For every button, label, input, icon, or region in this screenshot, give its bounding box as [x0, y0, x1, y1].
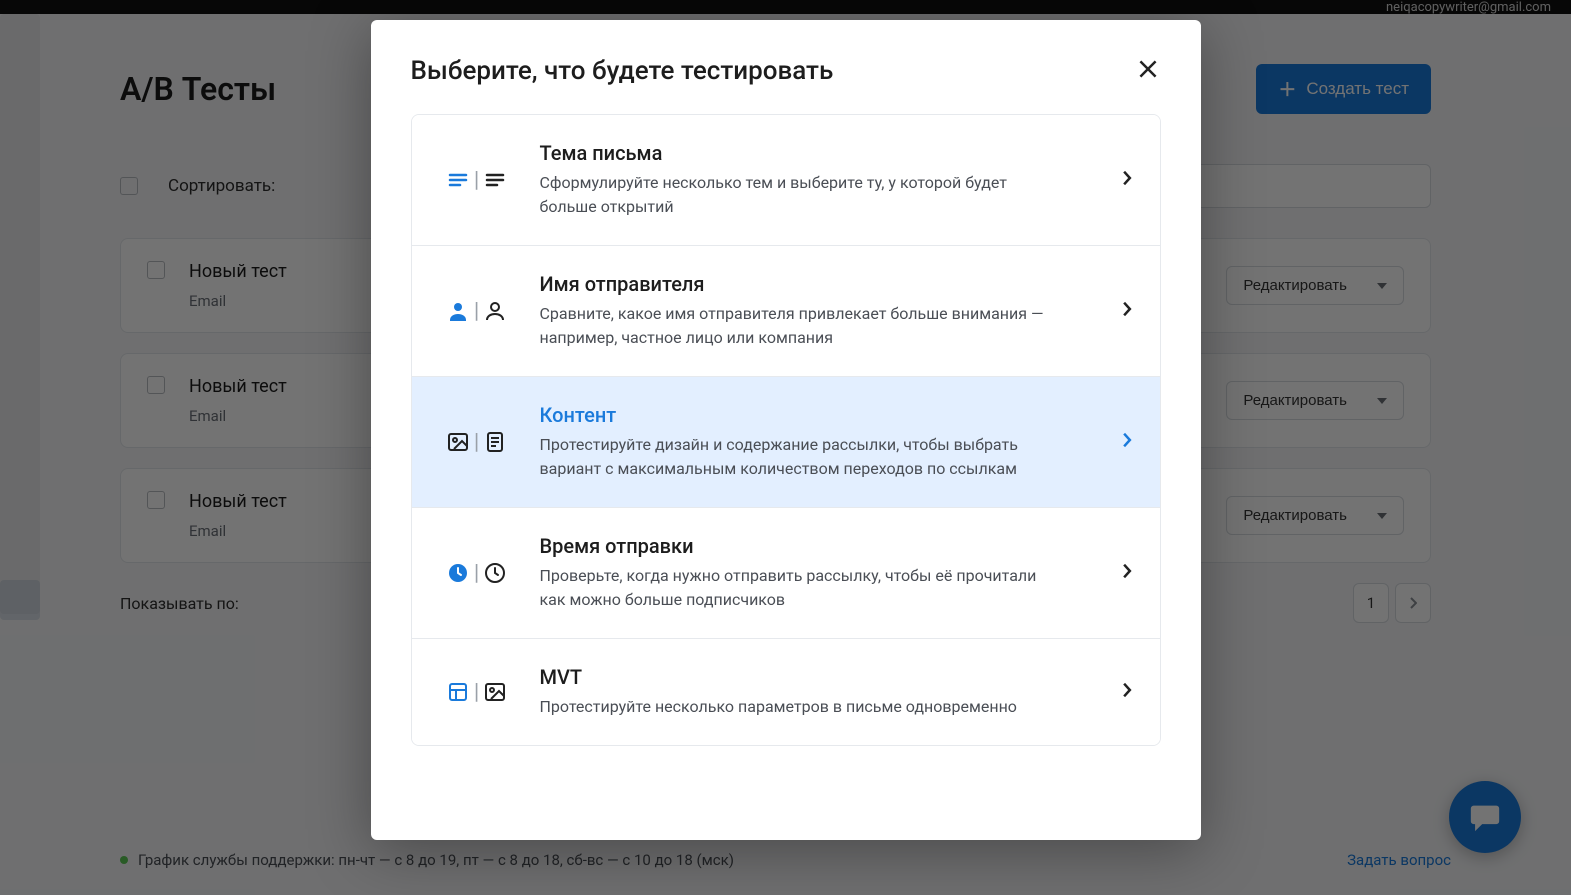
text-lines-icon	[483, 168, 507, 192]
modal-title: Выберите, что будете тестировать	[411, 56, 834, 86]
option-icon-group: |	[440, 168, 514, 193]
chevron-right-icon	[1122, 563, 1132, 583]
layout-blue-icon	[446, 680, 470, 704]
option-title: Контент	[540, 403, 1096, 427]
option-mvt[interactable]: | MVT Протестируйте несколько параметров…	[412, 638, 1160, 745]
option-title: Время отправки	[540, 534, 1096, 558]
option-subject[interactable]: | Тема письма Сформулируйте несколько те…	[412, 115, 1160, 245]
option-list: | Тема письма Сформулируйте несколько те…	[411, 114, 1161, 746]
option-icon-group: |	[440, 680, 514, 705]
option-icon-group: |	[440, 299, 514, 324]
option-icon-group: |	[440, 561, 514, 586]
image-icon	[446, 430, 470, 454]
option-time[interactable]: | Время отправки Проверьте, когда нужно …	[412, 507, 1160, 638]
option-desc: Протестируйте несколько параметров в пис…	[540, 695, 1060, 719]
option-content[interactable]: | Контент Протестируйте дизайн и содержа…	[412, 376, 1160, 507]
option-title: Имя отправителя	[540, 272, 1096, 296]
option-desc: Сравните, какое имя отправителя привлека…	[540, 302, 1060, 350]
test-type-modal: Выберите, что будете тестировать | Тема …	[371, 20, 1201, 840]
close-icon	[1135, 56, 1161, 82]
option-desc: Проверьте, когда нужно отправить рассылк…	[540, 564, 1060, 612]
clock-filled-icon	[446, 561, 470, 585]
chevron-right-icon	[1122, 682, 1132, 702]
option-sender[interactable]: | Имя отправителя Сравните, какое имя от…	[412, 245, 1160, 376]
text-lines-blue-icon	[446, 168, 470, 192]
person-blue-icon	[446, 299, 470, 323]
option-desc: Сформулируйте несколько тем и выберите т…	[540, 171, 1060, 219]
person-outline-icon	[483, 299, 507, 323]
chevron-right-icon	[1122, 170, 1132, 190]
chevron-right-icon	[1122, 432, 1132, 452]
option-icon-group: |	[440, 430, 514, 455]
modal-overlay[interactable]: Выберите, что будете тестировать | Тема …	[0, 0, 1571, 895]
document-icon	[483, 430, 507, 454]
image-small-icon	[483, 680, 507, 704]
option-title: MVT	[540, 665, 1096, 689]
chevron-right-icon	[1122, 301, 1132, 321]
modal-close-button[interactable]	[1135, 56, 1161, 86]
option-desc: Протестируйте дизайн и содержание рассыл…	[540, 433, 1060, 481]
clock-outline-icon	[483, 561, 507, 585]
option-title: Тема письма	[540, 141, 1096, 165]
